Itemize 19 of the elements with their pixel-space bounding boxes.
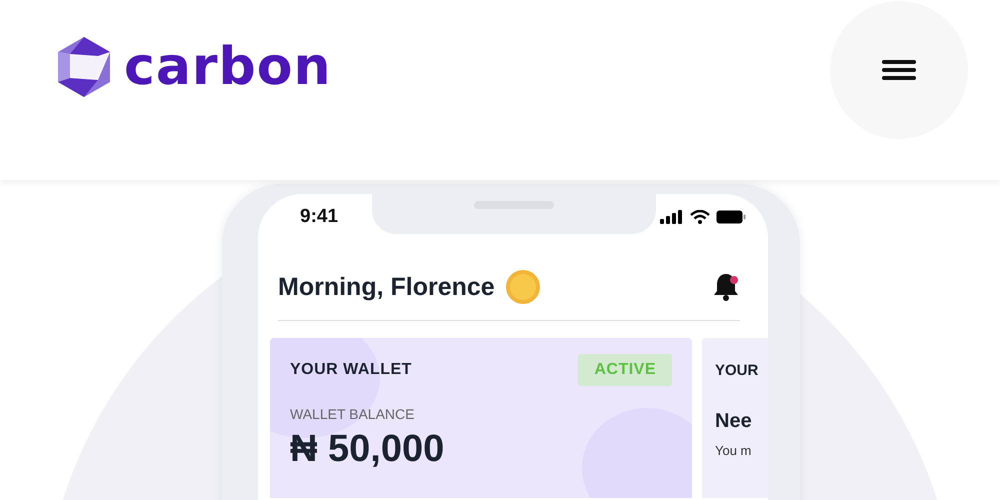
wallet-card[interactable]: YOUR Nee You m <box>702 338 768 498</box>
balance-amount: ₦ 50,000 <box>290 428 446 471</box>
signal-icon <box>660 210 684 224</box>
card-title: YOUR <box>715 362 758 378</box>
balance-label: WALLET BALANCE <box>290 406 416 422</box>
card-title: YOUR WALLET <box>290 361 412 379</box>
status-time: 9:41 <box>300 206 338 228</box>
logo-wordmark[interactable]: carbon <box>124 41 332 93</box>
bell-icon[interactable] <box>712 272 740 302</box>
status-badge: ACTIVE <box>578 354 672 386</box>
menu-icon <box>882 58 916 82</box>
wallet-card[interactable]: YOUR WALLET ACTIVE WALLET BALANCE ₦ 50,000 <box>270 338 692 498</box>
hexagon-logo-icon <box>56 36 112 98</box>
greeting-title: Morning, Florence <box>278 272 495 302</box>
card-text: You m <box>715 443 752 458</box>
card-heading: Nee <box>715 410 753 433</box>
battery-icon <box>716 210 746 224</box>
wifi-icon <box>690 210 710 224</box>
sun-icon <box>504 269 541 305</box>
